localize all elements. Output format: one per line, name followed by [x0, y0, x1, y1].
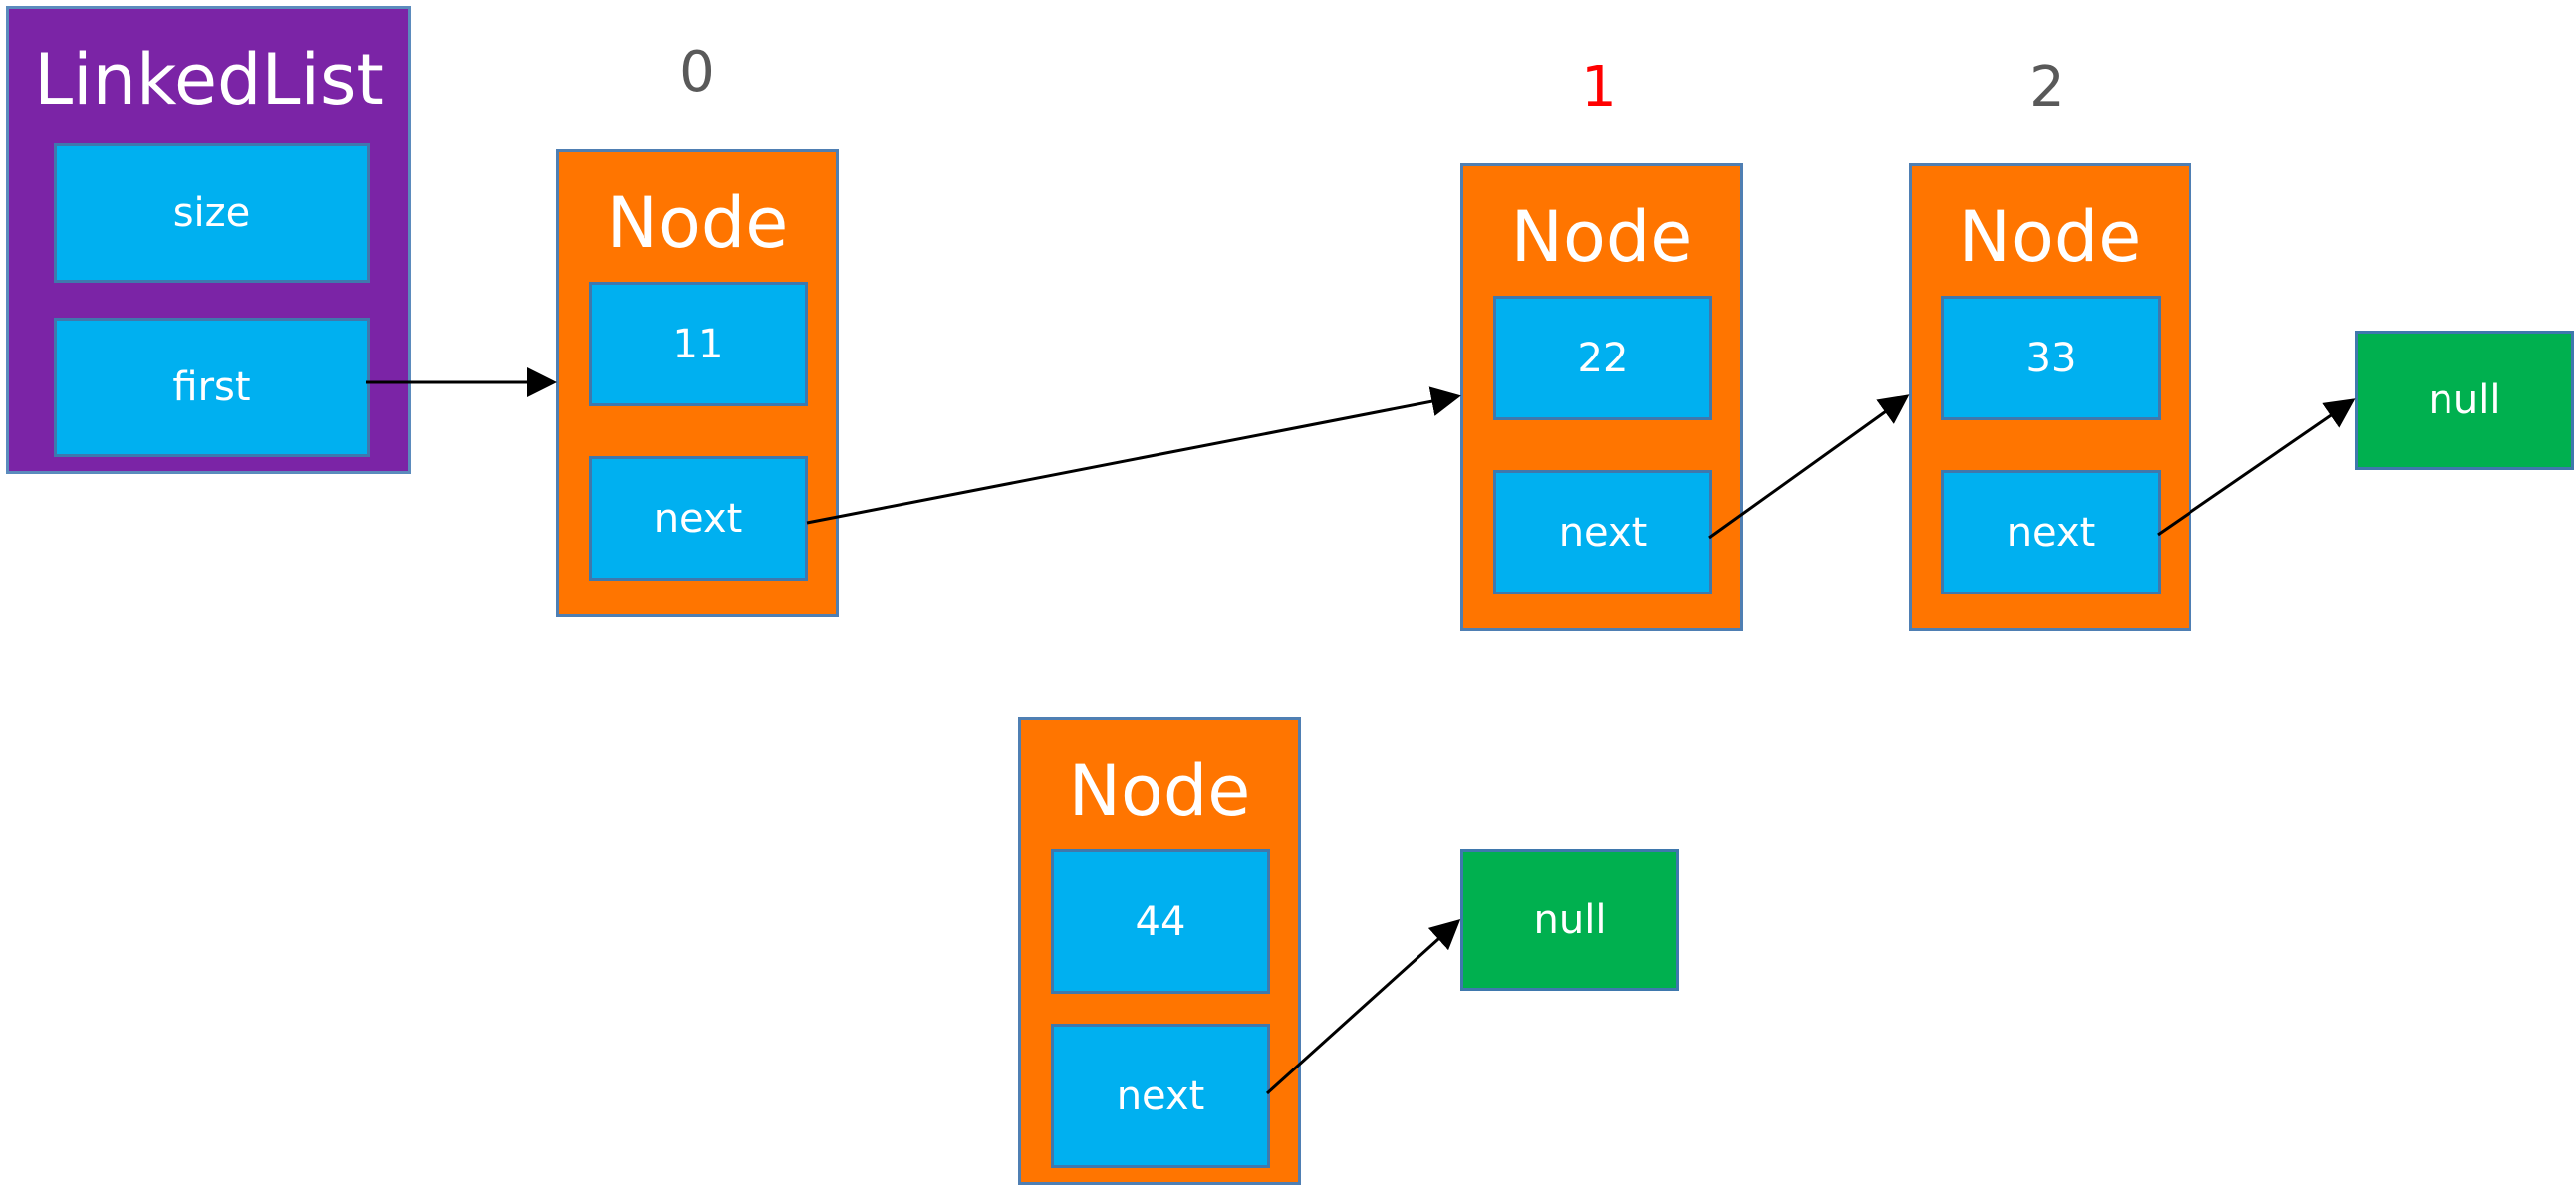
arrow-new-node-to-null — [1265, 918, 1461, 1095]
arrows-layer — [366, 367, 2356, 1095]
arrow-node1-to-node2 — [1708, 394, 1910, 540]
arrow-node0-to-node1 — [806, 386, 1461, 525]
arrow-node2-to-null — [2157, 398, 2356, 537]
